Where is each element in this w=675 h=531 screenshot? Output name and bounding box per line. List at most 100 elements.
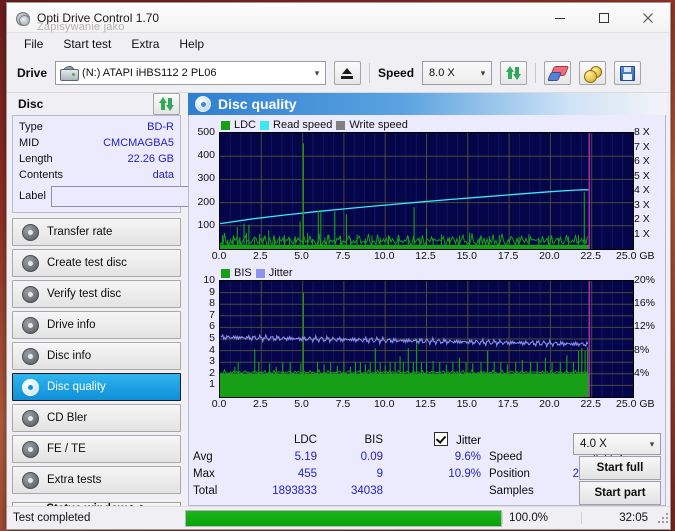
legend-swatch-write-speed [336,120,346,130]
elapsed-time-label: 32:05 [581,512,654,524]
sidebar-item-label: FE / TE [47,443,86,455]
close-button[interactable] [626,3,670,32]
avg-jitter-value: 9.6% [454,450,481,463]
bottom-plot-area [219,280,634,398]
drive-label: Drive [17,66,48,80]
statistics-panel: LDC BIS Jitter Avg 5.19 0.09 9.6% Speed … [189,431,665,505]
disc-mid-value: CMCMAGBA5 [103,137,174,149]
x-axis-tick: 22.5 [580,398,601,410]
disc-icon [22,223,39,241]
window-controls [538,3,670,32]
y-axis-tick: 7 [209,308,215,321]
disc-info-panel: Type BD-R MID CMCMAGBA5 Length 22.26 GB … [12,115,258,213]
sidebar-item-label: Disc info [47,350,92,362]
sidebar-item-verify-test-disc[interactable]: Verify test disc [12,280,181,308]
erase-button[interactable] [544,61,572,85]
legend-swatch-bis [221,268,230,278]
disc-contents-label: Contents [19,169,64,181]
disc-type-label: Type [19,121,43,133]
sidebar-item-disc-info[interactable]: Disc info [12,342,181,370]
x-axis-tick: 25.0 GB [616,398,655,410]
sidebar-item-disc-quality[interactable]: Disc quality [12,373,181,401]
menu-extra[interactable]: Extra [122,35,168,53]
x-axis-tick: 25.0 GB [616,250,655,262]
speed-select[interactable]: 8.0 X ▾ [422,61,493,85]
avg-bis-value: 0.09 [360,450,383,463]
menu-bar: File Start test Extra Help [7,33,670,54]
y2-axis-tick: 4% [634,366,650,379]
y2-axis-tick: 8 X [634,126,650,138]
minimize-button[interactable] [538,3,582,32]
start-part-button[interactable]: Start part [579,481,661,505]
main-body: Disc Type BD-R MID CMCMAGBA5 Length 22.2… [7,93,670,516]
table-row-max: Max 455 9 10.9% Position 22787 MB [189,465,629,482]
menu-file[interactable]: File [15,35,52,53]
disc-row-mid: MID CMCMAGBA5 [19,135,174,151]
disc-row-type: Type BD-R [19,119,174,135]
refresh-icon [159,97,174,111]
sidebar-item-label: CD Bler [47,412,88,424]
eraser-icon [547,66,570,81]
sidebar-item-transfer-rate[interactable]: Transfer rate [12,218,181,246]
optical-drive-icon [60,66,80,81]
sidebar-item-extra-tests[interactable]: Extra tests [12,466,181,494]
sidebar-nav: Transfer rate Create test disc Verify te… [12,218,181,494]
sidebar-item-drive-info[interactable]: Drive info [12,311,181,339]
y-axis-tick: 9 [209,285,215,298]
menu-help[interactable]: Help [170,35,213,53]
statistics-table: LDC BIS Jitter Avg 5.19 0.09 9.6% Speed … [189,431,629,499]
resize-grip[interactable] [654,511,668,525]
save-button[interactable] [614,61,642,85]
disc-type-value: BD-R [147,121,174,133]
col-header-bis: BIS [364,433,383,446]
disc-label-caption: Label [19,190,46,202]
table-header-row: LDC BIS Jitter [189,431,629,448]
donate-button[interactable] [579,61,607,85]
disc-icon [22,378,39,396]
y-axis-tick: 8 [209,297,215,310]
sidebar-item-label: Extra tests [47,474,102,486]
menu-start-test[interactable]: Start test [54,35,120,53]
legend-swatch-jitter [255,268,265,278]
y-axis-tick: 100 [197,218,215,231]
coins-icon [584,65,603,83]
sidebar-item-fe-te[interactable]: FE / TE [12,435,181,463]
disc-icon [22,347,39,365]
y2-axis-tick: 5 X [634,169,650,182]
panel-title: Disc quality [218,96,297,112]
disc-row-contents: Contents data [19,167,174,183]
disc-quality-icon [195,96,211,112]
eject-button[interactable] [334,61,362,85]
legend-swatch-ldc [221,120,230,130]
y-axis-tick: 1 [209,378,215,391]
drive-toolbar: Drive (N:) ATAPI iHBS112 2 PL06 ▾ Speed … [7,54,670,93]
test-speed-select[interactable]: 4.0 X ▾ [573,433,661,455]
side-label-position: Position [489,467,530,480]
max-ldc-value: 455 [297,467,317,480]
speed-select-value: 8.0 X [429,67,455,79]
y2-axis-tick: 12% [634,320,656,333]
jitter-checkbox[interactable] [433,432,448,446]
sidebar-item-label: Create test disc [47,257,127,269]
sidebar-item-create-test-disc[interactable]: Create test disc [12,249,181,277]
maximize-button[interactable] [582,3,626,32]
refresh-disc-button[interactable] [153,93,180,115]
progress-bar-fill [186,510,501,526]
y-axis-tick: 2 [209,366,215,379]
col-header-ldc: LDC [293,433,317,446]
y-axis-tick: 10 [203,274,215,286]
floppy-save-icon [620,65,636,81]
y-axis-tick: 300 [197,172,215,185]
disc-header-label: Disc [18,97,44,111]
drive-select[interactable]: (N:) ATAPI iHBS112 2 PL06 ▾ [55,61,327,85]
disc-contents-value: data [152,169,174,181]
y2-axis-tick: 6 X [634,155,650,167]
refresh-drive-button[interactable] [500,61,528,85]
sidebar-item-cd-bler[interactable]: CD Bler [12,404,181,432]
legend-label-ldc: LDC [234,119,257,131]
table-row-total: Total 1893833 34038 Samples 364417 [189,482,629,499]
table-row-avg: Avg 5.19 0.09 9.6% Speed 4.11 X [189,448,629,465]
start-full-button[interactable]: Start full [579,456,661,480]
y2-axis-tick: 7 X [634,140,650,153]
y2-axis-tick: 16% [634,297,656,310]
